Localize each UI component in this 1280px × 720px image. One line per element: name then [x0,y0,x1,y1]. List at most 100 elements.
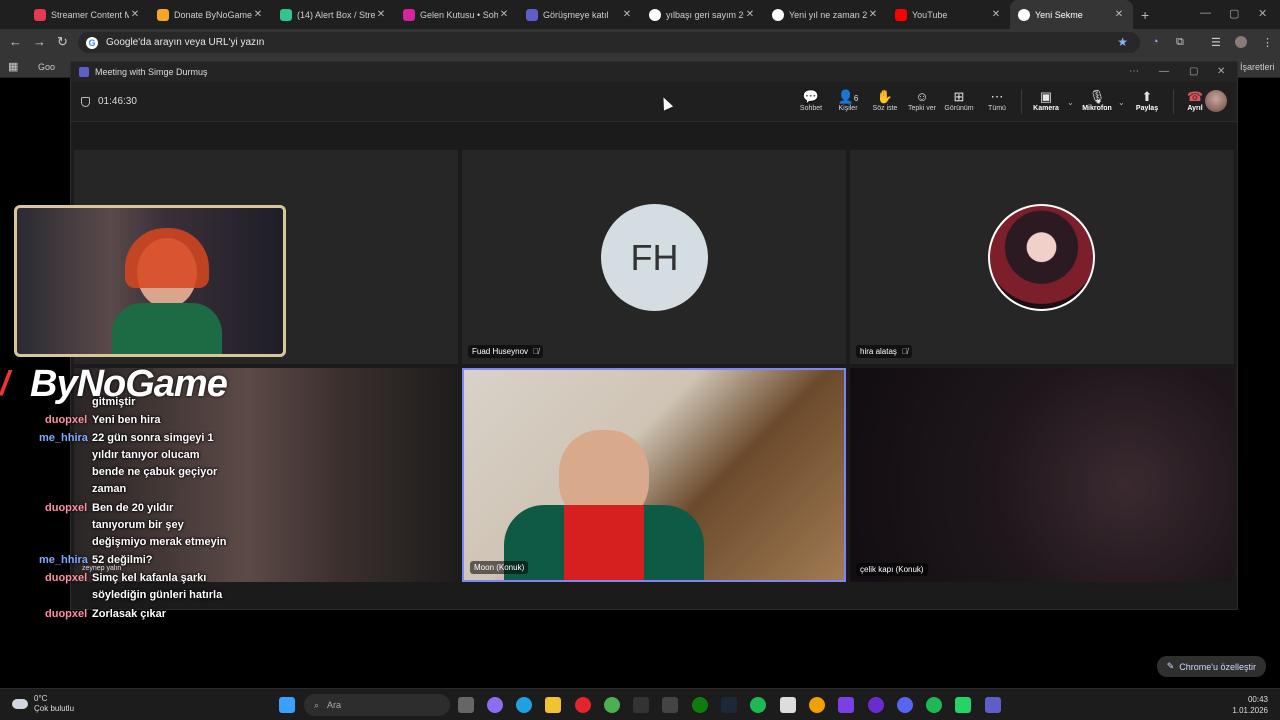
new-tab-icon[interactable]: + [1141,7,1149,23]
smiley-icon: ☺ [915,89,929,104]
browser-tab[interactable]: Yeni yıl ne zaman 20 ✕ [764,0,887,29]
react-button[interactable]: ☺ Tepki ver [902,89,942,112]
chat-message: yıldır tanıyor olucam [92,449,200,461]
chat-message: Ben de 20 yıldır [92,502,174,514]
app-icon[interactable] [838,697,854,713]
discord-icon[interactable] [897,697,913,713]
browser-tab[interactable]: (14) Alert Box / Strea ✕ [272,0,395,29]
tab-title: (14) Alert Box / Strea [297,9,375,20]
mic-button[interactable]: 🎙 Mikrofon [1077,89,1117,112]
spotify-icon[interactable] [750,697,766,713]
chat-username: duopxel [45,414,88,426]
close-window-icon[interactable]: ✕ [1217,66,1225,77]
epic-games-icon[interactable] [633,697,649,713]
all-bookmarks[interactable]: İşaretleri [1240,62,1275,72]
system-clock[interactable]: 00:43 1.01.2026 [1232,694,1268,716]
chevron-down-icon[interactable]: ⌄ [1118,98,1125,107]
microphone-icon: 🎙 [1088,89,1106,104]
weather-widget[interactable]: 0°C Çok bulutlu [12,694,74,714]
file-explorer-icon[interactable] [545,697,561,713]
profile-avatar[interactable] [1235,36,1247,48]
people-button[interactable]: 👤6 Kişiler [828,89,868,112]
teams-title-bar: Meeting with Simge Durmuş ⋯ — ▢ ✕ [71,62,1237,82]
app-icon[interactable] [780,697,796,713]
close-icon[interactable]: ✕ [621,9,633,20]
browser-tab[interactable]: Donate ByNoGame - ✕ [149,0,272,29]
taskbar-search[interactable]: ⌕ Ara [304,694,450,716]
spotify-icon[interactable] [926,697,942,713]
close-icon[interactable]: ✕ [252,9,264,20]
chat-username: me_hhira [39,554,88,566]
more-button[interactable]: ⋯ Tümü [977,89,1017,112]
chat-button[interactable]: 💬 Sohbet [791,89,831,112]
customize-chrome-button[interactable]: ✎ Chrome'u özelleştir [1156,656,1266,677]
close-icon[interactable]: ✕ [498,9,510,20]
participant-video [504,505,704,580]
app-icon[interactable] [868,697,884,713]
start-icon[interactable] [279,697,295,713]
browser-tab[interactable]: Gelen Kutusu • Sohbe✕ [395,0,518,29]
reload-icon[interactable]: ↻ [57,34,68,50]
minimize-icon[interactable]: — [1159,66,1169,77]
browser-tab-active[interactable]: Yeni Sekme ✕ [1010,0,1133,29]
tab-favicon-icon [280,8,292,21]
participant-name-label: Fuad Huseynov 🎙̸ [468,345,544,358]
tab-favicon-icon [895,8,907,21]
chat-message: 22 gün sonra simgeyi 1 [92,432,214,444]
task-view-icon[interactable] [458,697,474,713]
tab-search-icon[interactable]: ☰ [1211,36,1221,49]
close-icon[interactable]: ✕ [990,9,1002,20]
mic-muted-icon: 🎙̸ [533,347,540,356]
browser-tab[interactable]: Streamer Content M ✕ [26,0,149,29]
whatsapp-icon[interactable] [955,697,971,713]
back-icon[interactable]: ← [9,34,22,49]
apps-grid-icon[interactable]: ▦ [8,60,18,73]
close-window-icon[interactable]: ✕ [1258,7,1267,20]
close-icon[interactable]: ✕ [1113,9,1125,20]
more-options-icon[interactable]: ⋯ [1129,66,1139,77]
bookmark-item[interactable]: Goo [38,62,55,72]
cast-icon[interactable]: ◔ [1152,36,1159,48]
participant-tile-video[interactable]: Moon (Konuk) [462,368,846,582]
participant-tile[interactable]: FH Fuad Huseynov 🎙̸ [462,150,846,364]
weather-temp: 0°C [34,694,48,703]
ellipsis-icon: ⋯ [990,89,1004,104]
extensions-icon[interactable]: ⧉ [1176,36,1184,49]
streamer-webcam-overlay [14,205,286,357]
chrome-icon[interactable] [604,697,620,713]
browser-tab[interactable]: YouTube ✕ [887,0,1010,29]
chat-message: Yeni ben hira [92,414,161,426]
app-icon[interactable] [809,697,825,713]
copilot-icon[interactable] [487,697,503,713]
view-button[interactable]: ⊞ Görünüm [939,89,979,112]
camera-button[interactable]: ▣ Kamera [1026,89,1066,112]
participant-tile[interactable]: hira alataş 🎙̸ [850,150,1234,364]
edge-icon[interactable] [516,697,532,713]
address-bar[interactable]: G Google'da arayın veya URL'yi yazın ★ [78,32,1140,53]
menu-icon[interactable]: ⋮ [1262,36,1273,49]
browser-tab[interactable]: Görüşmeye katıl ✕ [518,0,641,29]
opera-icon[interactable] [575,697,591,713]
xbox-icon[interactable] [692,697,708,713]
maximize-icon[interactable]: ▢ [1189,66,1198,77]
share-button[interactable]: ⬆ Paylaş [1127,89,1167,112]
teams-icon[interactable] [985,697,1001,713]
browser-tab[interactable]: yılbaşı geri sayım 20 ✕ [641,0,764,29]
close-icon[interactable]: ✕ [375,9,387,20]
chevron-down-icon[interactable]: ⌄ [1067,98,1074,107]
maximize-icon[interactable]: ▢ [1229,7,1239,20]
participant-tile-video[interactable]: çelik kapı (Konuk) [850,368,1234,582]
raise-hand-button[interactable]: ✋ Söz iste [865,89,905,112]
close-icon[interactable]: ✕ [744,9,756,20]
close-icon[interactable]: ✕ [129,9,141,20]
close-icon[interactable]: ✕ [867,9,879,20]
bookmark-star-icon[interactable]: ★ [1117,35,1128,49]
forward-icon[interactable]: → [33,34,46,49]
chat-username: duopxel [45,608,88,620]
chat-icon: 💬 [802,89,820,104]
amazon-games-icon[interactable] [662,697,678,713]
minimize-icon[interactable]: — [1200,7,1211,19]
steam-icon[interactable] [721,697,737,713]
cloud-icon [12,699,28,709]
avatar[interactable] [1205,90,1227,112]
